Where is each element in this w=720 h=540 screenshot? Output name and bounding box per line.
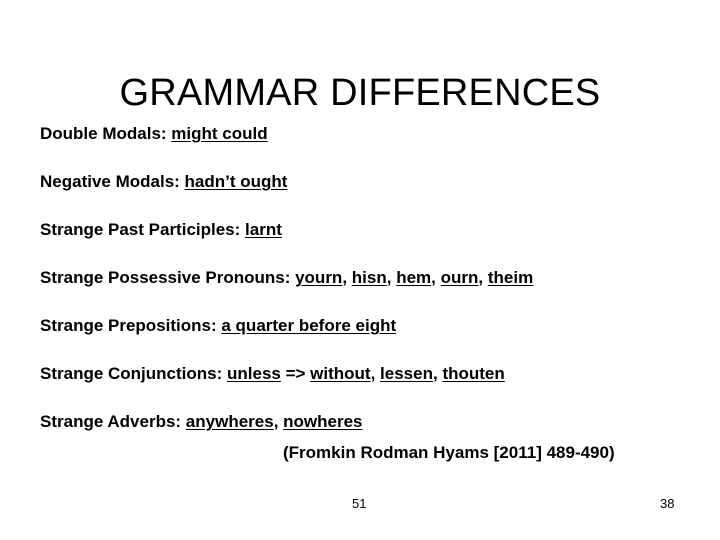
bullet-separator: ,	[370, 364, 381, 383]
bullet-term: thouten	[442, 364, 505, 383]
page-title: GRAMMAR DIFFERENCES	[119, 72, 601, 115]
bullet-separator: ,	[342, 268, 352, 287]
bullet-term: nowheres	[283, 412, 363, 431]
bullet-line: Strange Possessive Pronouns: yourn, hisn…	[40, 268, 690, 316]
footer-slide-number-center: 51	[352, 496, 367, 511]
bullet-line: Strange Prepositions: a quarter before e…	[40, 316, 690, 364]
bullet-term: without	[310, 364, 371, 383]
bullet-separator: ,	[386, 268, 397, 287]
bullet-term: theim	[487, 268, 534, 287]
bullet-line: Negative Modals: hadn’t ought	[40, 172, 690, 220]
bullet-term: hisn	[351, 268, 387, 287]
bullet-separator: ,	[273, 412, 284, 431]
bullet-label: Strange Conjunctions:	[40, 364, 227, 383]
bullet-term: lessen	[380, 364, 433, 383]
footer-slide-number-right: 38	[660, 496, 675, 511]
bullet-list: Double Modals: might could Negative Modal…	[40, 124, 690, 460]
slide: GRAMMAR DIFFERENCES Double Modals: might…	[0, 0, 720, 540]
bullet-separator: =>	[280, 364, 311, 383]
bullet-separator: ,	[478, 268, 488, 287]
bullet-label: Negative Modals:	[40, 172, 185, 191]
bullet-term: a quarter before eight	[221, 316, 397, 335]
bullet-line: Strange Past Participles: larnt	[40, 220, 690, 268]
bullet-term: anywheres	[185, 412, 274, 431]
bullet-label: Strange Prepositions:	[40, 316, 222, 335]
bullet-term: unless	[227, 364, 281, 383]
bullet-term: might could	[171, 124, 268, 143]
bullet-label: Strange Adverbs:	[40, 412, 186, 431]
bullet-label: Strange Past Participles:	[40, 220, 246, 239]
bullet-separator: ,	[431, 268, 441, 287]
bullet-term: hadn’t ought	[184, 172, 288, 191]
bullet-term: yourn	[295, 268, 343, 287]
bullet-label: Strange Possessive Pronouns:	[40, 268, 296, 287]
bullet-line: Double Modals: might could	[40, 124, 690, 172]
bullet-term: hem	[396, 268, 432, 287]
bullet-term: larnt	[245, 220, 282, 239]
source-attribution: (Fromkin Rodman Hyams [2011] 489-490)	[283, 443, 615, 462]
bullet-label: Double Modals:	[40, 124, 172, 143]
bullet-line: Strange Conjunctions: unless => without,…	[40, 364, 690, 412]
bullet-term: ourn	[440, 268, 479, 287]
